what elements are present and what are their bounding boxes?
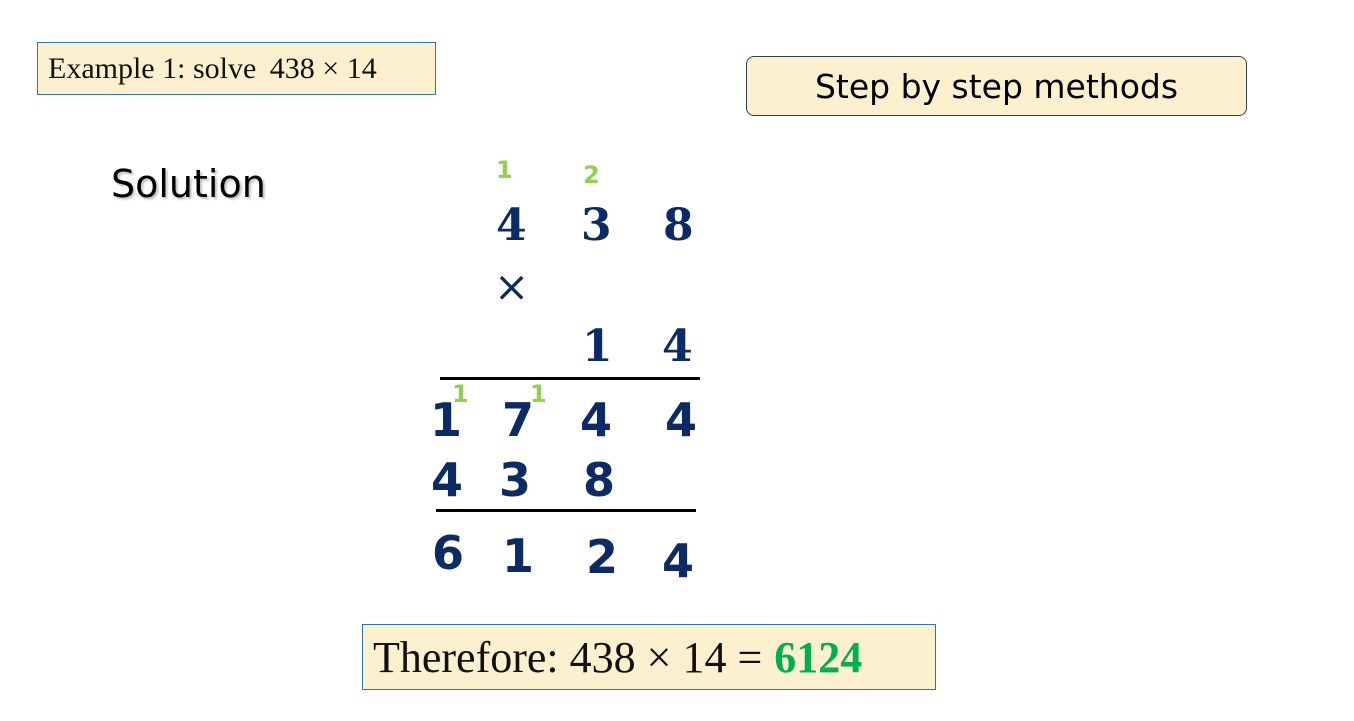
partial-product-digit: 8 <box>583 453 616 507</box>
example-title-box: Example 1: solve 438 × 14 <box>37 42 436 95</box>
sum-line <box>440 377 700 380</box>
result-digit: 1 <box>502 529 535 583</box>
example-prefix: Example 1: solve <box>48 51 264 85</box>
example-expression: 438 × 14 <box>269 51 377 85</box>
result-digit: 6 <box>432 526 465 580</box>
step-by-step-methods-label: Step by step methods <box>814 66 1179 106</box>
result-digit: 2 <box>586 530 619 584</box>
carry-digit: 2 <box>583 161 600 189</box>
conclusion-prefix: Therefore: 438 × 14 = <box>373 632 763 682</box>
multiply-operator: × <box>494 262 530 311</box>
conclusion-answer: 6124 <box>774 632 863 682</box>
partial-product-digit: 4 <box>431 453 464 507</box>
multiplier-digit: 4 <box>662 321 693 372</box>
carry-digit: 1 <box>496 156 513 184</box>
partial-product-digit: 7 <box>502 393 535 447</box>
partial-product-digit: 1 <box>430 393 463 447</box>
partial-product-digit: 4 <box>665 393 698 447</box>
multiplicand-digit: 8 <box>663 200 694 251</box>
partial-product-digit: 3 <box>499 453 532 507</box>
partial-product-digit: 4 <box>580 393 613 447</box>
sum-line <box>436 509 696 512</box>
result-digit: 4 <box>662 534 695 588</box>
multiplicand-digit: 3 <box>581 200 612 251</box>
solution-heading: Solution <box>111 162 266 206</box>
step-by-step-methods-button[interactable]: Step by step methods <box>746 56 1247 116</box>
multiplicand-digit: 4 <box>496 200 527 251</box>
multiplier-digit: 1 <box>582 321 613 372</box>
conclusion-box: Therefore: 438 × 14 = 6124 <box>362 624 936 690</box>
